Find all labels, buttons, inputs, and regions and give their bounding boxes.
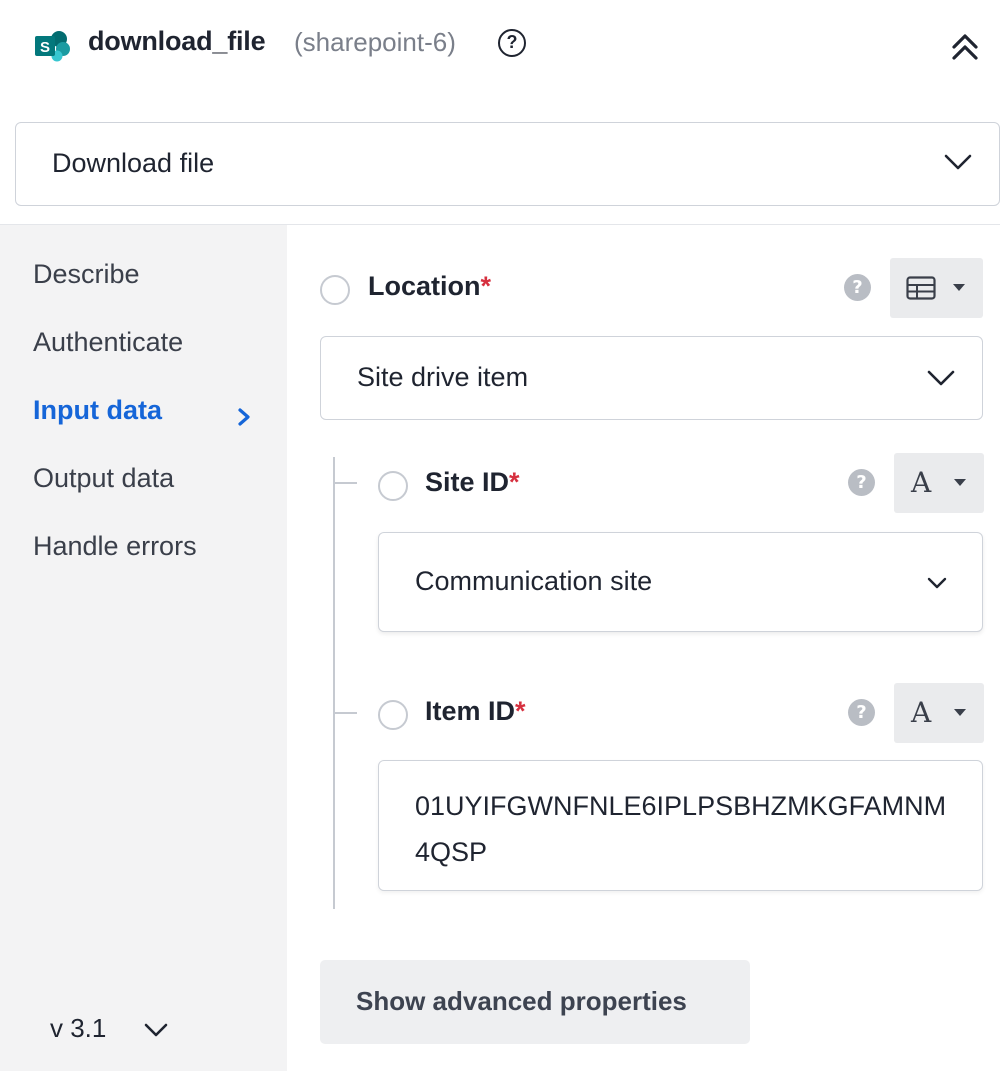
location-type-button[interactable]: [890, 258, 983, 318]
site-id-type-button[interactable]: A: [894, 453, 984, 513]
site-id-radio[interactable]: [378, 471, 408, 501]
item-id-label: Item ID*: [425, 696, 526, 726]
sidebar-item-authenticate[interactable]: Authenticate: [33, 327, 183, 358]
sidebar: Describe Authenticate Input data Output …: [0, 225, 287, 1071]
version-select[interactable]: v 3.1: [50, 1013, 106, 1044]
action-select[interactable]: Download file: [15, 122, 1000, 206]
location-label: Location*: [368, 271, 492, 301]
sharepoint-logo-icon: S: [33, 30, 73, 62]
tree-connector: [333, 457, 335, 909]
item-id-type-button[interactable]: A: [894, 683, 984, 743]
sidebar-item-output-data[interactable]: Output data: [33, 463, 174, 494]
sidebar-item-input-data[interactable]: Input data: [33, 395, 162, 426]
chevron-down-icon[interactable]: [143, 1022, 169, 1038]
show-advanced-properties-label: Show advanced properties: [356, 986, 687, 1016]
question-icon[interactable]: ?: [848, 469, 875, 496]
sidebar-item-describe[interactable]: Describe: [33, 259, 140, 290]
sidebar-item-handle-errors[interactable]: Handle errors: [33, 531, 197, 562]
question-icon[interactable]: ?: [844, 274, 871, 301]
item-id-radio[interactable]: [378, 700, 408, 730]
site-id-label: Site ID*: [425, 467, 520, 497]
text-type-icon: A: [911, 466, 932, 499]
chevron-down-icon: [926, 575, 948, 596]
chevron-down-icon: [926, 367, 956, 394]
caret-down-icon: [953, 284, 965, 291]
table-icon: [906, 276, 936, 300]
action-name: download_file: [88, 26, 266, 56]
required-marker: *: [515, 696, 526, 726]
site-id-select-value: Communication site: [415, 566, 653, 596]
item-id-input[interactable]: 01UYIFGWNFNLE6IPLPSBHZMKGFAMNM4QSP: [378, 760, 983, 891]
svg-text:S: S: [40, 39, 50, 56]
chevrons-up-icon[interactable]: [948, 30, 982, 64]
caret-down-icon: [954, 479, 966, 486]
required-marker: *: [509, 467, 520, 497]
site-id-select[interactable]: Communication site: [378, 532, 983, 632]
action-select-value: Download file: [52, 148, 215, 178]
text-type-icon: A: [911, 696, 932, 729]
tree-branch: [335, 482, 357, 484]
question-icon[interactable]: ?: [848, 699, 875, 726]
location-radio[interactable]: [320, 275, 350, 305]
chevron-down-icon: [943, 151, 973, 173]
header: S download_file (sharepoint-6) ?: [0, 0, 1000, 95]
location-select[interactable]: Site drive item: [320, 336, 983, 420]
help-icon[interactable]: ?: [498, 29, 526, 57]
tree-branch: [335, 712, 357, 714]
action-id: (sharepoint-6): [294, 27, 456, 57]
caret-down-icon: [954, 709, 966, 716]
required-marker: *: [480, 271, 492, 301]
location-select-value: Site drive item: [357, 362, 529, 392]
chevron-right-icon: [236, 407, 252, 427]
item-id-value: 01UYIFGWNFNLE6IPLPSBHZMKGFAMNM4QSP: [415, 791, 947, 867]
show-advanced-properties-button[interactable]: Show advanced properties: [320, 960, 750, 1044]
